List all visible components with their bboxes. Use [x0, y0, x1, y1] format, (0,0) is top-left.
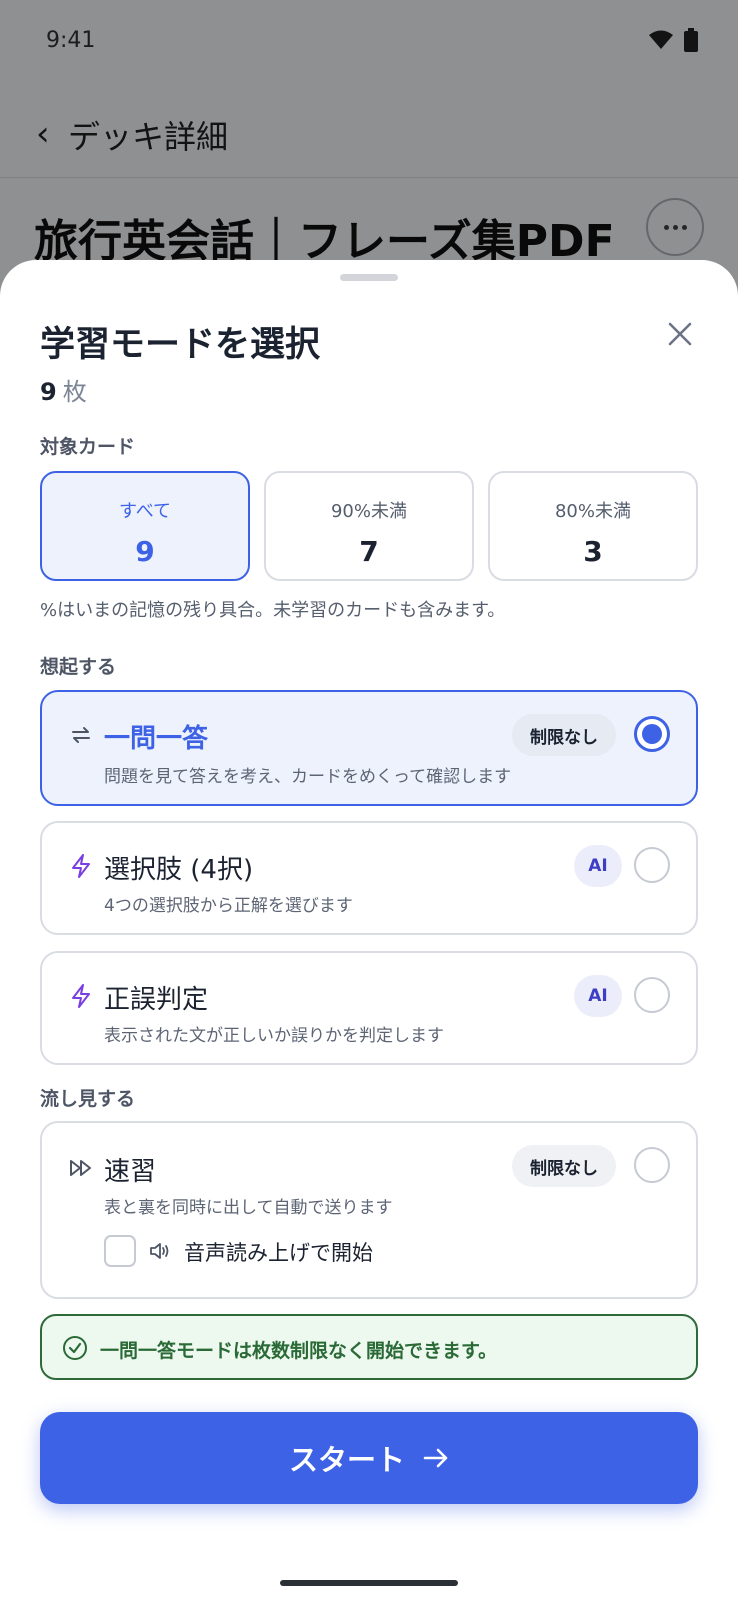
target-note: %はいまの記憶の残り具合。未学習のカードも含みます。	[40, 600, 506, 621]
start-button[interactable]: スタート	[40, 1412, 698, 1504]
target-section-label: 対象カード	[40, 436, 136, 458]
sheet-title: 学習モードを選択	[40, 325, 321, 365]
check-circle-icon	[62, 1335, 88, 1361]
mode-description: 表と裏を同時に出して自動で送ります	[104, 1198, 393, 1218]
recall-section-label: 想起する	[40, 656, 117, 678]
speaker-icon	[148, 1239, 172, 1263]
card-count-unit: 枚	[62, 378, 87, 406]
mode-name: 選択肢 (4択)	[104, 855, 254, 885]
start-label: スタート	[288, 1443, 405, 1477]
arrow-right-icon	[423, 1448, 448, 1468]
mode-description: 問題を見て答えを考え、カードをめくって確認します	[104, 767, 512, 787]
mode-description: 4つの選択肢から正解を選びます	[104, 896, 353, 916]
close-button[interactable]	[660, 314, 700, 354]
ai-badge: AI	[574, 975, 622, 1017]
mode-name: 一問一答	[104, 724, 209, 754]
mode-radio[interactable]	[634, 1147, 670, 1183]
study-mode-sheet: 学習モードを選択 9枚 対象カード すべて 9 90%未満 7 80%未満 3 …	[0, 260, 738, 1600]
fast-forward-icon	[68, 1155, 94, 1181]
target-value: 7	[359, 535, 379, 568]
mode-description: 表示された文が正しいか誤りかを判定します	[104, 1026, 444, 1046]
mode-radio[interactable]	[634, 847, 670, 883]
target-under-80-button[interactable]: 80%未満 3	[488, 471, 698, 581]
card-count-value: 9	[40, 378, 57, 406]
target-value: 3	[583, 535, 603, 568]
tts-label[interactable]: 音声読み上げで開始	[184, 1237, 373, 1267]
home-indicator	[280, 1580, 458, 1586]
target-label: 80%未満	[554, 501, 631, 522]
close-icon	[668, 322, 692, 346]
tts-checkbox[interactable]	[104, 1235, 136, 1267]
info-text: 一問一答モードは枚数制限なく開始できます。	[100, 1340, 498, 1362]
info-banner: 一問一答モードは枚数制限なく開始できます。	[40, 1314, 698, 1380]
skim-section-label: 流し見する	[40, 1088, 136, 1110]
mode-radio[interactable]	[634, 977, 670, 1013]
target-under-90-button[interactable]: 90%未満 7	[264, 471, 474, 581]
unlimited-badge: 制限なし	[512, 714, 616, 756]
target-label: 90%未満	[330, 501, 407, 522]
repeat-icon	[68, 722, 94, 748]
mode-option-speed[interactable]: 速習 表と裏を同時に出して自動で送ります 制限なし 音声読み上げで開始	[40, 1121, 698, 1299]
lightning-icon	[68, 853, 94, 879]
mode-option-qa[interactable]: 一問一答 問題を見て答えを考え、カードをめくって確認します 制限なし	[40, 690, 698, 806]
mode-name: 正誤判定	[104, 985, 209, 1015]
mode-option-true-false[interactable]: 正誤判定 表示された文が正しいか誤りかを判定します AI	[40, 951, 698, 1065]
target-all-button[interactable]: すべて 9	[40, 471, 250, 581]
mode-name: 速習	[104, 1157, 157, 1187]
sheet-grabber[interactable]	[340, 274, 398, 281]
ai-badge: AI	[574, 845, 622, 887]
mode-radio[interactable]	[634, 716, 670, 752]
target-label: すべて	[118, 501, 172, 522]
target-value: 9	[135, 535, 155, 568]
card-count: 9枚	[40, 372, 87, 407]
unlimited-badge: 制限なし	[512, 1145, 616, 1187]
lightning-icon	[68, 983, 94, 1009]
mode-option-multiple-choice[interactable]: 選択肢 (4択) 4つの選択肢から正解を選びます AI	[40, 821, 698, 935]
